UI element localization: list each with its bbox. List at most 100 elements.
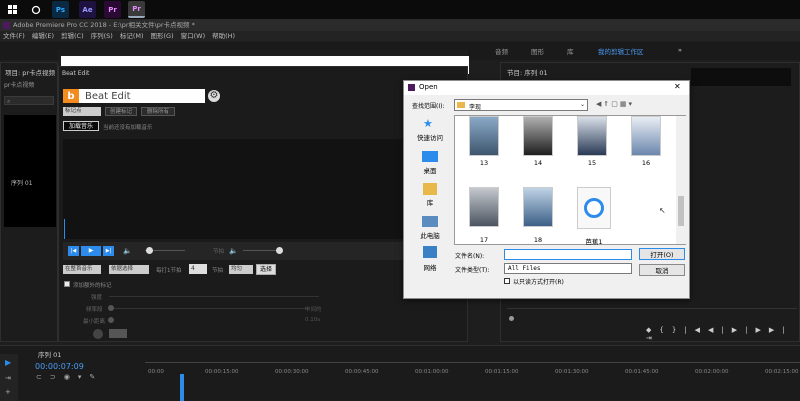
file-thumb-18[interactable] bbox=[523, 187, 553, 227]
timeline-tool-icons[interactable]: ⊂⊃◉▾✎ bbox=[36, 373, 103, 381]
file-thumb-15[interactable] bbox=[577, 116, 607, 156]
premiere-active-icon[interactable]: Pr bbox=[128, 1, 145, 18]
timeline-tab[interactable]: 序列 01 bbox=[38, 349, 61, 359]
menu-window[interactable]: 窗口(W) bbox=[181, 32, 206, 40]
speed-knob[interactable] bbox=[276, 247, 283, 254]
menu-graphics[interactable]: 图形(G) bbox=[151, 32, 174, 40]
interval-knob[interactable] bbox=[108, 317, 114, 323]
file-name-audio[interactable]: 芭蕉1 bbox=[574, 236, 614, 246]
cancel-button[interactable]: 取消 bbox=[639, 264, 685, 276]
tick-1: 00:00:15:00 bbox=[205, 369, 239, 375]
select-button[interactable]: 选择 bbox=[256, 264, 276, 275]
premiere-icon[interactable]: Pr bbox=[104, 1, 121, 18]
uniform-dropdown[interactable]: 均匀 bbox=[229, 265, 253, 274]
open-dialog: Open ✕ 查找范围(I): 李现 ⌄ ◀⇑▢▦▾ ★ 快速访问 桌面 库 此… bbox=[403, 80, 690, 299]
menu-sequence[interactable]: 序列(S) bbox=[91, 32, 113, 40]
file-thumb-13[interactable] bbox=[469, 116, 499, 156]
open-button[interactable]: 打开(O) bbox=[639, 248, 685, 260]
library-icon[interactable] bbox=[423, 183, 437, 195]
file-name-14[interactable]: 14 bbox=[518, 159, 558, 167]
readonly-checkbox[interactable] bbox=[504, 278, 510, 284]
workspace-graphics[interactable]: 图形 bbox=[531, 46, 544, 56]
file-name-18[interactable]: 18 bbox=[518, 236, 558, 244]
file-scrollbar[interactable] bbox=[676, 116, 686, 244]
file-name-17[interactable]: 17 bbox=[464, 236, 504, 244]
lookin-dropdown[interactable]: 李现 ⌄ bbox=[454, 99, 588, 111]
prev-icon[interactable]: |◀ bbox=[68, 246, 79, 256]
mid-label: 中间的 bbox=[305, 307, 322, 313]
beat-count-input[interactable]: 4 bbox=[189, 264, 207, 274]
scrollbar-thumb[interactable] bbox=[678, 196, 684, 226]
desktop-icon[interactable] bbox=[422, 151, 438, 162]
menu-file[interactable]: 文件(F) bbox=[3, 32, 25, 40]
music-range-dropdown[interactable]: 在整首音乐 bbox=[63, 265, 101, 274]
option-circle-icon[interactable] bbox=[93, 329, 103, 339]
project-thumbnail[interactable] bbox=[4, 115, 56, 227]
gear-icon[interactable]: ⚙ bbox=[208, 90, 220, 102]
volume-knob[interactable] bbox=[146, 247, 153, 254]
selection-dropdown[interactable]: 依据选择 bbox=[109, 265, 149, 274]
project-search-input[interactable]: ⌕ bbox=[4, 96, 54, 105]
close-icon[interactable]: ✕ bbox=[674, 82, 681, 91]
workspace-audio[interactable]: 音频 bbox=[495, 46, 508, 56]
playhead-line bbox=[64, 219, 65, 239]
play-icon[interactable]: ▶ bbox=[81, 246, 101, 256]
search-circle-icon[interactable] bbox=[27, 1, 44, 18]
program-scrub-knob[interactable] bbox=[509, 316, 514, 321]
more-workspaces-icon[interactable]: » bbox=[678, 46, 682, 54]
timeline-playhead[interactable] bbox=[180, 374, 184, 401]
place-quick-access[interactable]: 快速访问 bbox=[410, 132, 450, 142]
extra-markers-checkbox[interactable] bbox=[64, 281, 70, 287]
program-transport-icons[interactable]: ◆{}|◀◀|▶|▶▶|⇥ bbox=[646, 326, 799, 342]
option-small-button[interactable] bbox=[109, 329, 127, 338]
file-name-13[interactable]: 13 bbox=[464, 159, 504, 167]
strength-slider[interactable] bbox=[109, 296, 319, 297]
timecode[interactable]: 00:00:07:09 bbox=[35, 362, 84, 371]
track-select-icon[interactable]: ⇥ bbox=[5, 374, 11, 382]
frequency-slider[interactable] bbox=[109, 308, 309, 309]
after-effects-icon[interactable]: Ae bbox=[79, 1, 96, 18]
quick-access-icon[interactable]: ★ bbox=[423, 117, 433, 130]
menu-edit[interactable]: 编辑(E) bbox=[32, 32, 54, 40]
menu-clip[interactable]: 剪辑(C) bbox=[61, 32, 84, 40]
filename-input[interactable] bbox=[504, 249, 632, 260]
place-this-pc[interactable]: 此电脑 bbox=[410, 230, 450, 240]
file-name-16[interactable]: 16 bbox=[626, 159, 666, 167]
menu-markers[interactable]: 标记(M) bbox=[120, 32, 144, 40]
readonly-label: 以只读方式打开(R) bbox=[513, 279, 564, 286]
workspace-my-edit[interactable]: 我的剪辑工作区 bbox=[598, 46, 644, 56]
place-network[interactable]: 网络 bbox=[410, 262, 450, 272]
create-markers-button[interactable]: 创建标记 bbox=[105, 107, 137, 116]
project-tab[interactable]: 项目: pr卡点视频 bbox=[5, 67, 55, 77]
file-thumb-14[interactable] bbox=[523, 116, 553, 156]
nav-icons[interactable]: ◀⇑▢▦▾ bbox=[596, 100, 634, 108]
filetype-label: 文件类型(T): bbox=[455, 267, 490, 274]
place-library[interactable]: 库 bbox=[410, 197, 450, 207]
photoshop-icon[interactable]: Ps bbox=[52, 1, 69, 18]
delete-all-button[interactable]: 删除所有 bbox=[141, 107, 175, 116]
ripple-edit-icon[interactable]: + bbox=[5, 388, 11, 396]
frequency-knob[interactable] bbox=[108, 305, 114, 311]
chevron-down-icon: ⌄ bbox=[580, 101, 586, 108]
menu-help[interactable]: 帮助(H) bbox=[212, 32, 235, 40]
marker-dropdown[interactable]: 标记点 bbox=[63, 107, 101, 116]
file-name-15[interactable]: 15 bbox=[572, 159, 612, 167]
this-pc-icon[interactable] bbox=[422, 216, 438, 227]
place-desktop[interactable]: 桌面 bbox=[410, 165, 450, 175]
program-video[interactable] bbox=[691, 68, 791, 86]
file-thumb-17[interactable] bbox=[469, 187, 499, 227]
beat-panel-title[interactable]: Beat Edit bbox=[62, 70, 89, 77]
selection-tool-icon[interactable]: ▶ bbox=[5, 358, 11, 367]
search-icon: ⌕ bbox=[7, 98, 11, 105]
program-tab[interactable]: 节目: 序列 01 bbox=[507, 67, 548, 77]
program-scrub[interactable] bbox=[507, 308, 797, 309]
network-icon[interactable] bbox=[423, 246, 437, 258]
file-thumb-16[interactable] bbox=[631, 116, 661, 156]
filetype-dropdown[interactable]: All Files bbox=[504, 263, 632, 274]
next-icon[interactable]: ▶| bbox=[103, 246, 114, 256]
load-music-button[interactable]: 加载音乐 bbox=[63, 121, 99, 131]
windows-start-icon[interactable] bbox=[4, 1, 21, 18]
workspace-libraries[interactable]: 库 bbox=[567, 46, 574, 56]
audio-file-icon[interactable] bbox=[577, 187, 611, 229]
tick-7: 00:01:45:00 bbox=[625, 369, 659, 375]
